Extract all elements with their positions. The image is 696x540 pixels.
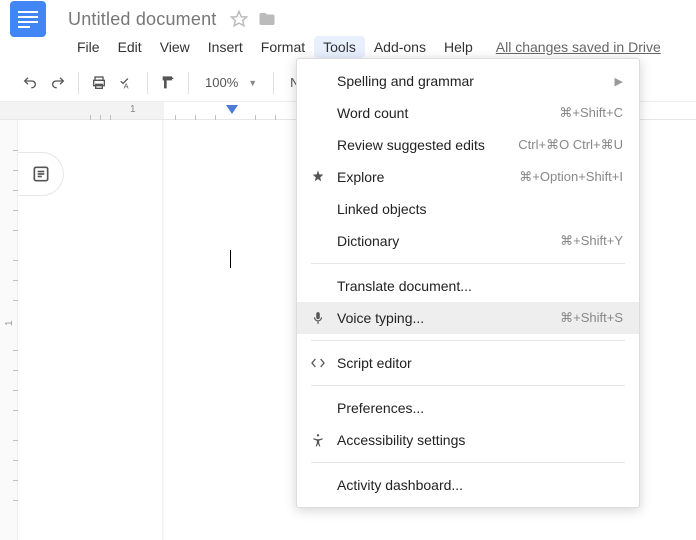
menu-voice-typing[interactable]: Voice typing... ⌘+Shift+S [297,302,639,334]
indent-marker[interactable] [226,105,238,114]
spellcheck-button[interactable]: A [115,71,139,95]
folder-icon[interactable] [258,10,276,28]
menu-help[interactable]: Help [435,36,482,58]
outline-toggle[interactable] [18,152,64,196]
ruler-label: 1 [130,104,136,115]
microphone-icon [309,309,327,327]
menu-insert[interactable]: Insert [199,36,252,58]
separator [273,72,274,94]
menu-format[interactable]: Format [252,36,314,58]
print-button[interactable] [87,71,111,95]
text-cursor [230,250,231,268]
menu-activity-dashboard[interactable]: Activity dashboard... [297,469,639,501]
vruler-label: 1 [4,320,15,326]
accessibility-icon [309,431,327,449]
menu-explore[interactable]: Explore ⌘+Option+Shift+I [297,161,639,193]
save-status[interactable]: All changes saved in Drive [496,36,661,58]
menu-edit[interactable]: Edit [109,36,151,58]
vertical-ruler[interactable]: 1 [0,120,18,540]
submenu-arrow-icon: ▶ [615,75,623,88]
separator [147,72,148,94]
separator [78,72,79,94]
menu-dictionary[interactable]: Dictionary ⌘+Shift+Y [297,225,639,257]
menu-preferences[interactable]: Preferences... [297,392,639,424]
document-title[interactable]: Untitled document [68,9,216,30]
separator [188,72,189,94]
tools-dropdown: Spelling and grammar ▶ Word count ⌘+Shif… [296,58,640,508]
menu-addons[interactable]: Add-ons [365,36,435,58]
menu-translate[interactable]: Translate document... [297,270,639,302]
redo-button[interactable] [46,71,70,95]
menu-tools[interactable]: Tools [314,36,365,58]
menu-separator [311,462,625,463]
star-icon[interactable] [230,10,248,28]
menu-file[interactable]: File [68,36,109,58]
paint-format-button[interactable] [156,71,180,95]
zoom-select[interactable]: 100% ▼ [197,71,265,95]
explore-icon [309,168,327,186]
script-icon [309,354,327,372]
zoom-value: 100% [205,75,238,90]
menu-accessibility[interactable]: Accessibility settings [297,424,639,456]
docs-logo[interactable] [10,1,46,37]
menu-review-edits[interactable]: Review suggested edits Ctrl+⌘O Ctrl+⌘U [297,129,639,161]
menu-word-count[interactable]: Word count ⌘+Shift+C [297,97,639,129]
menu-separator [311,263,625,264]
menu-separator [311,340,625,341]
menu-spelling-grammar[interactable]: Spelling and grammar ▶ [297,65,639,97]
menu-script-editor[interactable]: Script editor [297,347,639,379]
svg-text:A: A [124,81,129,90]
menu-linked-objects[interactable]: Linked objects [297,193,639,225]
menu-view[interactable]: View [151,36,199,58]
menu-separator [311,385,625,386]
chevron-down-icon: ▼ [248,78,257,88]
undo-button[interactable] [18,71,42,95]
